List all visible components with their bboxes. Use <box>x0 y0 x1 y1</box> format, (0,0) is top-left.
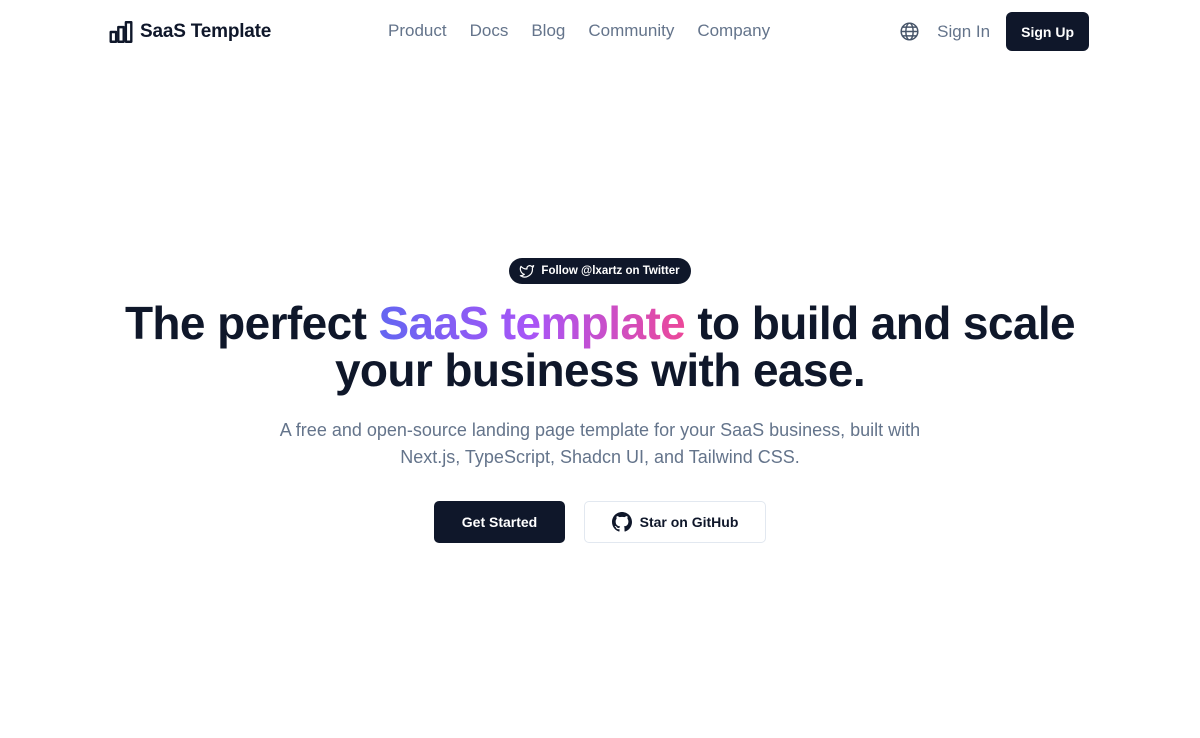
twitter-follow-badge[interactable]: Follow @lxartz on Twitter <box>509 258 691 284</box>
language-button[interactable] <box>898 21 920 43</box>
sign-in-link[interactable]: Sign In <box>937 22 990 42</box>
twitter-icon <box>520 265 535 278</box>
globe-icon <box>900 22 919 41</box>
headline-highlight: SaaS template <box>378 297 686 349</box>
hero-subtitle: A free and open-source landing page temp… <box>279 420 921 467</box>
nav-link-docs[interactable]: Docs <box>470 21 509 41</box>
hero-headline: The perfect SaaS template to build and s… <box>100 300 1100 394</box>
nav-link-product[interactable]: Product <box>388 21 447 41</box>
bar-chart-icon <box>109 21 133 43</box>
github-button-label: Star on GitHub <box>639 514 739 530</box>
get-started-button[interactable]: Get Started <box>434 501 565 543</box>
header-actions: Sign In Sign Up <box>898 12 1089 51</box>
star-on-github-button[interactable]: Star on GitHub <box>584 501 766 543</box>
site-header: SaaS Template Product Docs Blog Communit… <box>0 0 1200 64</box>
main-nav: Product Docs Blog Community Company <box>388 21 770 41</box>
badge-label: Follow @lxartz on Twitter <box>541 265 680 277</box>
nav-link-company[interactable]: Company <box>697 21 770 41</box>
cta-row: Get Started Star on GitHub <box>434 501 766 543</box>
brand-logo-link[interactable]: SaaS Template <box>108 19 271 45</box>
sign-up-button[interactable]: Sign Up <box>1006 12 1089 51</box>
github-icon <box>611 512 632 532</box>
hero-section: Follow @lxartz on Twitter The perfect Sa… <box>0 258 1200 543</box>
nav-link-blog[interactable]: Blog <box>531 21 565 41</box>
nav-link-community[interactable]: Community <box>588 21 674 41</box>
headline-before: The perfect <box>124 297 379 349</box>
brand-name: SaaS Template <box>140 21 272 42</box>
